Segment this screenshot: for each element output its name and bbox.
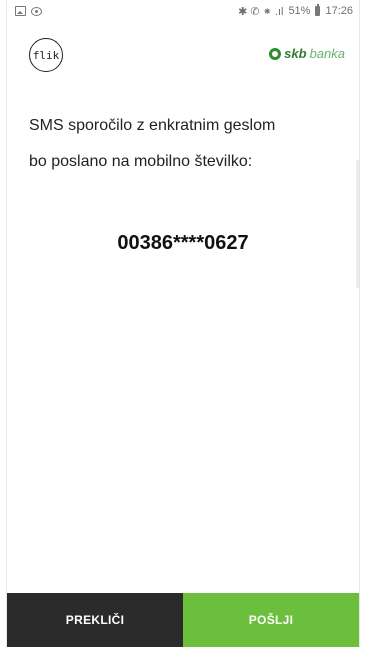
sms-message: SMS sporočilo z enkratnim geslom bo posl… xyxy=(29,108,349,180)
phone-number: 00386****0627 xyxy=(117,232,249,254)
flik-logo-text: flik xyxy=(32,48,60,62)
bank-logo-light: banka xyxy=(309,46,345,61)
message-line-1: SMS sporočilo z enkratnim geslom xyxy=(29,117,276,134)
cancel-button[interactable]: PREKLIČI xyxy=(7,593,183,647)
message-line-2: bo poslano na mobilno številko: xyxy=(29,153,253,170)
status-left xyxy=(15,6,42,16)
image-icon xyxy=(15,6,26,16)
status-right: ✱ ✆ ⁕ .ıl 51% 17:26 xyxy=(238,4,353,18)
eye-icon xyxy=(31,6,42,16)
app-header: flik skb banka xyxy=(7,32,359,80)
clock: 17:26 xyxy=(325,5,353,17)
scrollbar[interactable] xyxy=(356,160,359,288)
skb-mark-icon xyxy=(269,47,282,60)
battery-percent: 51% xyxy=(288,5,311,17)
battery-icon xyxy=(315,4,321,16)
flik-logo: flik xyxy=(29,38,63,72)
signal-icons: ✱ ✆ ⁕ .ıl xyxy=(238,5,284,18)
app-screen: ✱ ✆ ⁕ .ıl 51% 17:26 flik skb banka SMS sp… xyxy=(6,0,360,647)
skb-banka-logo: skb banka xyxy=(269,46,345,61)
send-button[interactable]: POŠLJI xyxy=(183,593,359,647)
bank-logo-bold: skb xyxy=(284,46,307,61)
status-bar: ✱ ✆ ⁕ .ıl 51% 17:26 xyxy=(7,0,359,22)
action-bar: PREKLIČI POŠLJI xyxy=(7,593,359,647)
